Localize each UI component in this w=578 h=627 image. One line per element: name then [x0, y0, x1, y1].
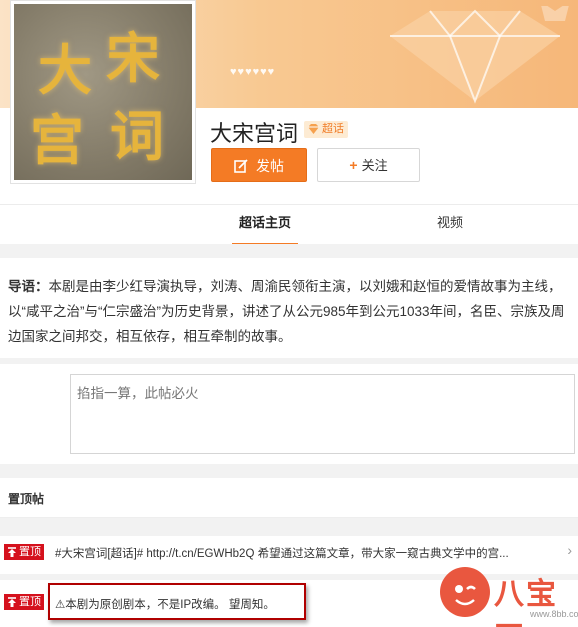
cover-char: 词	[110, 104, 164, 168]
tab-videos[interactable]: 视频	[428, 205, 472, 245]
topic-intro: 导语：本剧是由李少红导演执导，刘涛、周渝民领衔主演，以刘娥和赵恒的爱情故事为主线…	[0, 258, 578, 358]
pin-icon	[8, 547, 16, 557]
badge-label: 超话	[322, 123, 344, 135]
watermark-url: www.8bb.com	[530, 609, 578, 619]
post-input[interactable]	[70, 374, 575, 454]
pinned-tag: 置顶	[4, 544, 44, 560]
plus-icon: +	[349, 157, 358, 173]
tab-bar: 超话主页 视频	[0, 204, 578, 245]
pinned-post-text: #大宋宫词[超话]# http://t.cn/EGWHb2Q 希望通过这篇文章，…	[55, 548, 509, 560]
intro-label: 导语：	[8, 279, 49, 294]
super-topic-badge: 超话	[304, 121, 348, 138]
cover-char: 宫	[30, 108, 84, 172]
cover-char: 宋	[106, 26, 160, 90]
topic-cover[interactable]: 大 宋 宫 词	[10, 0, 196, 184]
section-divider	[0, 244, 578, 258]
post-button[interactable]: 发帖	[211, 148, 307, 182]
watermark-logo-icon	[440, 567, 490, 617]
pin-icon	[8, 597, 16, 607]
diamond-decoration-icon	[390, 6, 569, 104]
diamond-icon	[308, 124, 319, 134]
pinned-tag: 置顶	[4, 594, 44, 610]
chevron-right-icon: ›	[567, 542, 572, 558]
section-divider	[0, 464, 578, 478]
pinned-posts-title: 置顶帖	[8, 492, 45, 506]
cover-image: 大 宋 宫 词	[14, 4, 192, 180]
hearts-decoration-icon: ♥♥♥♥♥♥	[230, 66, 276, 78]
follow-button-label: 关注	[361, 158, 388, 173]
pinned-tag-label: 置顶	[19, 596, 41, 608]
compose-area	[0, 364, 578, 464]
pinned-tag-label: 置顶	[19, 546, 41, 558]
highlight-annotation	[48, 583, 306, 620]
section-divider	[0, 518, 578, 536]
pinned-posts-header: 置顶帖	[0, 478, 578, 518]
intro-text: 本剧是由李少红导演执导，刘涛、周渝民领衔主演，以刘娥和赵恒的爱情故事为主线，以“…	[8, 279, 565, 344]
follow-button[interactable]: + 关注	[317, 148, 420, 182]
tab-super-topic-home[interactable]: 超话主页	[232, 205, 298, 245]
cover-char: 大	[38, 38, 92, 102]
topic-title: 大宋宫词	[210, 121, 299, 146]
edit-icon	[234, 159, 248, 174]
post-button-label: 发帖	[256, 158, 284, 174]
site-watermark: 八宝网 www.8bb.com	[440, 565, 578, 627]
